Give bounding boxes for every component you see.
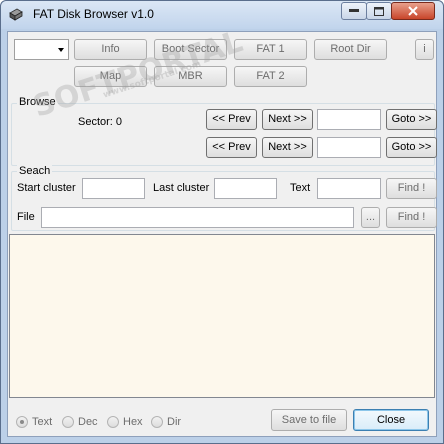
radio-hex-label: Hex: [123, 416, 143, 428]
client-area: Info Boot Sector FAT 1 Root Dir i Map MB…: [7, 31, 437, 437]
goto-input-1[interactable]: [317, 109, 381, 130]
minimize-button[interactable]: [341, 2, 367, 20]
goto-button-2[interactable]: Goto >>: [386, 137, 437, 158]
last-cluster-label: Last cluster: [153, 182, 210, 194]
browse-file-button[interactable]: ...: [361, 207, 380, 228]
minimize-icon: [349, 9, 359, 12]
find-file-button[interactable]: Find !: [386, 207, 437, 228]
radio-dir-label: Dir: [167, 416, 182, 428]
map-button[interactable]: Map: [74, 66, 147, 87]
radio-dir-dot: [151, 416, 163, 428]
prev-button-1[interactable]: << Prev: [206, 109, 257, 130]
radio-dec[interactable]: Dec: [62, 416, 98, 428]
radio-text[interactable]: Text: [16, 416, 52, 428]
output-textarea[interactable]: [9, 234, 435, 398]
info-button[interactable]: Info: [74, 39, 147, 60]
start-cluster-input[interactable]: [82, 178, 145, 199]
chevron-down-icon: [58, 48, 64, 52]
title-bar[interactable]: FAT Disk Browser v1.0: [1, 1, 443, 29]
close-button[interactable]: Close: [353, 409, 429, 431]
root-dir-button[interactable]: Root Dir: [314, 39, 387, 60]
radio-dec-dot: [62, 416, 74, 428]
start-cluster-label: Start cluster: [17, 182, 76, 194]
app-window: FAT Disk Browser v1.0 Info Boot Sector F…: [0, 0, 444, 444]
text-search-label: Text: [290, 182, 311, 194]
close-window-button[interactable]: [391, 2, 435, 20]
find-cluster-button[interactable]: Find !: [386, 178, 437, 199]
goto-button-1[interactable]: Goto >>: [386, 109, 437, 130]
file-label: File: [17, 211, 35, 223]
text-search-input[interactable]: [317, 178, 381, 199]
browse-group-label: Browse: [17, 96, 58, 108]
fat1-button[interactable]: FAT 1: [234, 39, 307, 60]
mbr-button[interactable]: MBR: [154, 66, 227, 87]
radio-hex[interactable]: Hex: [107, 416, 143, 428]
drive-select[interactable]: [14, 39, 69, 60]
app-icon: [8, 7, 24, 23]
fat2-button[interactable]: FAT 2: [234, 66, 307, 87]
file-input[interactable]: [41, 207, 354, 228]
next-button-2[interactable]: Next >>: [262, 137, 313, 158]
sector-readout: Sector: 0: [78, 116, 123, 128]
radio-dir[interactable]: Dir: [151, 416, 181, 428]
maximize-icon: [374, 6, 384, 16]
prev-button-2[interactable]: << Prev: [206, 137, 257, 158]
goto-input-2[interactable]: [317, 137, 381, 158]
window-title: FAT Disk Browser v1.0: [33, 7, 154, 21]
search-group-label: Seach: [17, 165, 53, 177]
save-to-file-button[interactable]: Save to file: [271, 409, 347, 431]
last-cluster-input[interactable]: [214, 178, 277, 199]
radio-text-label: Text: [32, 416, 53, 428]
maximize-button[interactable]: [366, 2, 392, 20]
about-button[interactable]: i: [415, 39, 434, 60]
radio-text-dot: [16, 416, 28, 428]
radio-hex-dot: [107, 416, 119, 428]
next-button-1[interactable]: Next >>: [262, 109, 313, 130]
close-icon: [408, 6, 418, 16]
boot-sector-button[interactable]: Boot Sector: [154, 39, 227, 60]
radio-dec-label: Dec: [78, 416, 98, 428]
